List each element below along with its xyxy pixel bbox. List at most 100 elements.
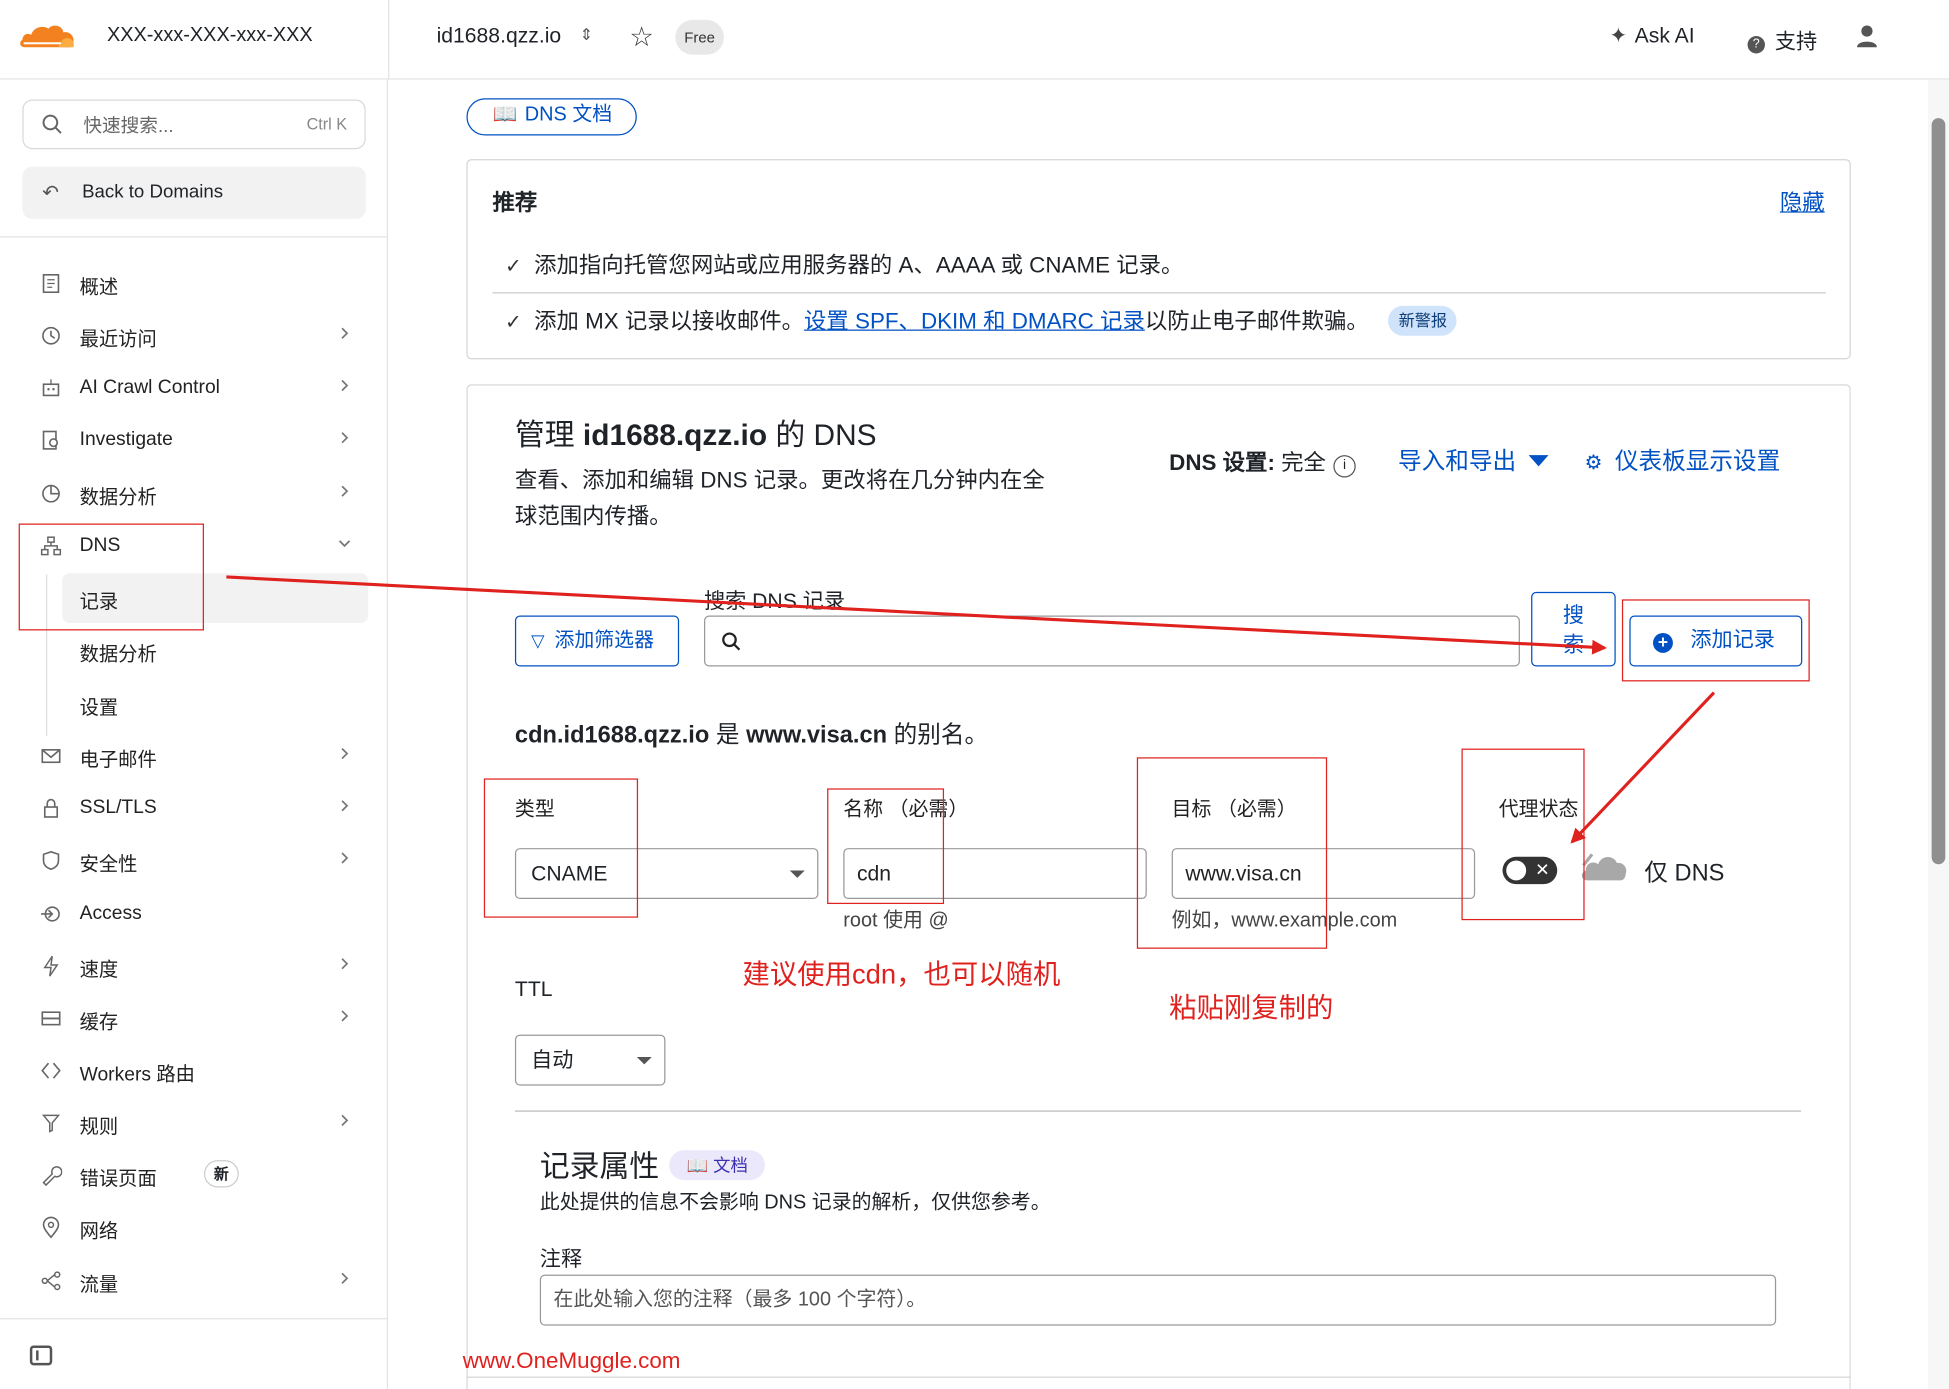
- document-icon: [42, 274, 60, 294]
- chevron-right-icon: [341, 1114, 349, 1126]
- sidebar-item-label: 设置: [79, 697, 119, 719]
- recommendation-text: 添加指向托管您网站或应用服务器的 A、AAAA 或 CNAME 记录。: [534, 252, 1184, 278]
- history-icon: [42, 326, 60, 345]
- import-export-label: 导入和导出: [1398, 448, 1517, 476]
- sidebar-item-ssl[interactable]: SSL/TLS: [25, 783, 368, 833]
- chevron-right-icon: [341, 852, 349, 864]
- add-filter-label: 添加筛选器: [554, 630, 654, 652]
- new-badge: 新: [203, 1160, 239, 1188]
- dns-docs-button[interactable]: 📖 DNS 文档: [466, 98, 637, 136]
- sidebar-item-ai-crawl[interactable]: AI Crawl Control: [25, 363, 368, 413]
- recommendations-divider: [492, 292, 1826, 294]
- sidebar-item-label: 错误页面: [79, 1168, 157, 1191]
- annotation-box-dns-records: [18, 523, 204, 631]
- sidebar-item-access[interactable]: Access: [25, 889, 368, 939]
- sidebar-item-label: Workers 路由: [79, 1064, 195, 1086]
- sidebar-item-error-pages[interactable]: 错误页面 新: [25, 1150, 368, 1200]
- ask-ai-label: Ask AI: [1634, 23, 1695, 48]
- dns-search-input[interactable]: [754, 626, 1502, 657]
- sidebar-item-label: 电子邮件: [79, 749, 157, 771]
- sidebar-bottom-divider: [0, 1318, 389, 1320]
- collapse-sidebar-icon[interactable]: [29, 1345, 53, 1366]
- support-button[interactable]: ? 支持: [1747, 24, 1817, 55]
- sparkle-icon: ✦: [1609, 23, 1628, 48]
- sidebar-item-rules[interactable]: 规则: [25, 1098, 368, 1148]
- sidebar-item-label: 概述: [79, 277, 119, 299]
- sidebar-item-label: 数据分析: [79, 487, 157, 509]
- sidebar-item-label: 速度: [79, 959, 119, 982]
- scrollbar-thumb[interactable]: [1931, 118, 1946, 865]
- sidebar-item-overview[interactable]: 概述: [25, 259, 368, 309]
- book-icon: 📖: [492, 104, 518, 126]
- account-name[interactable]: XXX-xxx-XXX-xxx-XXX: [107, 25, 313, 47]
- attributes-title-text: 记录属性: [539, 1150, 660, 1184]
- cloud-grey-icon: [1581, 853, 1627, 881]
- chevron-updown-icon[interactable]: ⇕: [580, 25, 594, 45]
- sidebar-item-dns-settings[interactable]: 设置: [25, 679, 368, 729]
- new-alert-badge: 新警报: [1388, 305, 1458, 336]
- ask-ai-button[interactable]: ✦ Ask AI: [1609, 24, 1694, 49]
- user-icon[interactable]: [1855, 24, 1880, 49]
- import-export-menu[interactable]: 导入和导出: [1398, 443, 1549, 477]
- chevron-right-icon: [341, 800, 349, 812]
- ttl-value: 自动: [531, 1048, 574, 1072]
- recommendations-card: 推荐 隐藏 ✓ 添加指向托管您网站或应用服务器的 A、AAAA 或 CNAME 记…: [466, 159, 1851, 360]
- sidebar-item-recent[interactable]: 最近访问: [25, 311, 368, 361]
- sidebar-item-label: Investigate: [79, 429, 173, 451]
- dns-setting-label: DNS 设置:: [1169, 450, 1275, 476]
- sidebar-item-traffic[interactable]: 流量: [25, 1256, 368, 1306]
- annotation-box-add-record: [1621, 599, 1810, 682]
- search-button[interactable]: 搜索: [1531, 591, 1616, 667]
- robot-icon: [42, 379, 60, 397]
- title-domain: id1688.qzz.io: [582, 419, 768, 453]
- access-icon: [41, 906, 60, 922]
- quick-search-input[interactable]: [83, 111, 295, 140]
- recommendation-text-suffix: 以防止电子邮件欺骗。: [1144, 308, 1369, 334]
- ttl-select[interactable]: 自动: [514, 1034, 666, 1086]
- dns-search-field[interactable]: [703, 615, 1520, 667]
- sidebar-item-security[interactable]: 安全性: [25, 836, 368, 886]
- section-divider: [514, 1110, 1802, 1112]
- sidebar-item-network[interactable]: 网络: [25, 1202, 368, 1252]
- domain-selector[interactable]: id1688.qzz.io: [437, 24, 562, 49]
- star-icon[interactable]: ☆: [629, 21, 654, 53]
- spf-dkim-dmarc-link[interactable]: 设置 SPF、DKIM 和 DMARC 记录: [804, 308, 1145, 333]
- sidebar-item-label: 网络: [79, 1221, 119, 1243]
- sidebar-item-label: 流量: [79, 1274, 119, 1296]
- dns-setting-status: DNS 设置: 完全 i: [1169, 445, 1356, 478]
- search-icon: [722, 632, 741, 651]
- recommendation-text: 添加 MX 记录以接收邮件。: [534, 308, 805, 334]
- sidebar-item-label: 缓存: [79, 1012, 119, 1034]
- add-filter-button[interactable]: ▽ 添加筛选器: [514, 615, 680, 667]
- sidebar-item-workers[interactable]: Workers 路由: [25, 1046, 368, 1096]
- sidebar-item-email[interactable]: 电子邮件: [25, 731, 368, 781]
- recommendation-item: ✓ 添加 MX 记录以接收邮件。设置 SPF、DKIM 和 DMARC 记录以防止…: [505, 303, 1458, 336]
- sidebar-item-analytics[interactable]: 数据分析: [25, 469, 368, 519]
- back-to-domains-button[interactable]: ↶ Back to Domains: [22, 166, 366, 219]
- chevron-right-icon: [341, 747, 349, 760]
- sidebar-item-investigate[interactable]: Investigate: [25, 415, 368, 465]
- note-input[interactable]: [539, 1274, 1777, 1326]
- alias-target: www.visa.cn: [746, 722, 888, 749]
- sidebar-item-dns-analytics[interactable]: 数据分析: [25, 625, 368, 675]
- dashboard-display-settings[interactable]: ⚙ 仪表板显示设置: [1585, 443, 1781, 477]
- cloudflare-logo[interactable]: [17, 20, 77, 50]
- search-records-label: 搜索 DNS 记录: [703, 589, 845, 614]
- hide-recommendations-link[interactable]: 隐藏: [1780, 185, 1825, 217]
- top-header: XXX-xxx-XXX-xxx-XXX id1688.qzz.io ⇕ ☆ Fr…: [0, 0, 1949, 80]
- note-label: 注释: [539, 1247, 583, 1271]
- chevron-right-icon: [341, 432, 349, 444]
- attributes-docs-link[interactable]: 📖 文档: [669, 1150, 766, 1181]
- page-description: 查看、添加和编辑 DNS 记录。更改将在几分钟内在全球范围内传播。: [514, 467, 1045, 529]
- sidebar-item-cache[interactable]: 缓存: [25, 994, 368, 1044]
- back-to-domains-label: Back to Domains: [82, 181, 224, 203]
- sidebar-item-label: AI Crawl Control: [79, 376, 220, 398]
- info-icon[interactable]: i: [1333, 455, 1356, 478]
- page-title: 管理 id1688.qzz.io 的 DNS: [515, 410, 877, 454]
- quick-search[interactable]: Ctrl K: [22, 99, 366, 150]
- alias-mid: 是: [709, 722, 747, 749]
- chevron-right-icon: [341, 958, 349, 970]
- annotation-box-proxy: [1461, 748, 1585, 921]
- search-shortcut: Ctrl K: [306, 114, 348, 134]
- sidebar-item-speed[interactable]: 速度: [25, 941, 368, 991]
